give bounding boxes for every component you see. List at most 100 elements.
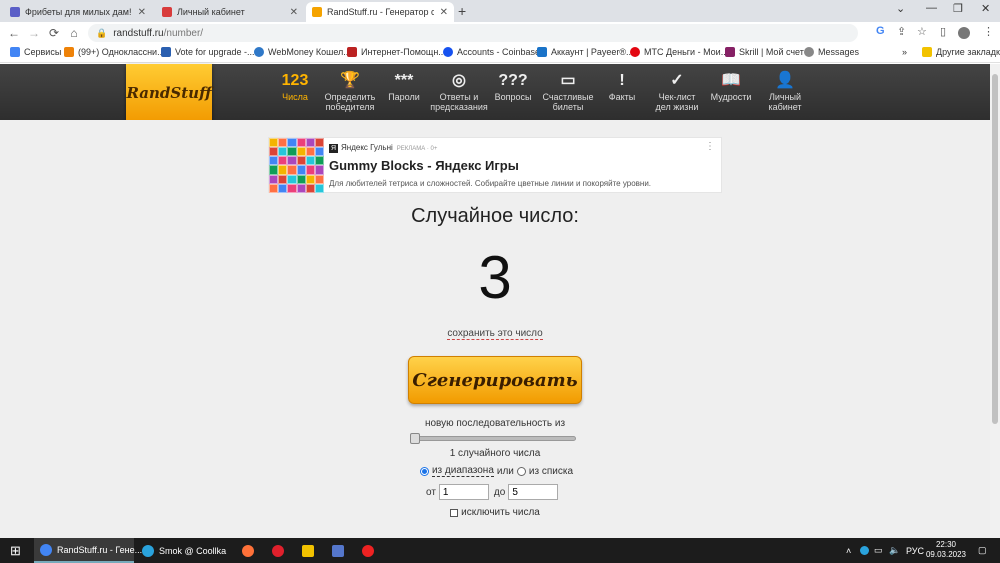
nav-checklist[interactable]: ✓ Чек-лист дел жизни (650, 70, 704, 113)
generate-button[interactable]: Сгенерировать (408, 356, 582, 404)
range-from-input[interactable] (438, 484, 489, 500)
url-input[interactable]: 🔒 randstuff.ru/number/ (88, 24, 858, 42)
nav-passwords[interactable]: *** Пароли (384, 70, 424, 103)
bookmark-item[interactable]: МТС Деньги - Мои... (630, 47, 728, 57)
count-slider[interactable] (410, 433, 576, 444)
taskbar-clock[interactable]: 22:30 09.03.2023 (926, 540, 966, 560)
taskbar-app-chrome[interactable]: RandStuff.ru - Гене... (34, 538, 142, 563)
bookmark-item[interactable]: Интернет-Помощн... (347, 47, 446, 57)
save-number-link[interactable]: сохранить это число (447, 328, 543, 340)
folder-icon (922, 47, 932, 57)
back-arrow-icon[interactable]: ← (4, 26, 24, 40)
range-inputs: от до (426, 484, 561, 500)
bookmark-item[interactable]: Аккаунт | Payeer®... (537, 47, 634, 57)
magic-ball-icon: ◎ (452, 72, 466, 89)
tray-volume-icon[interactable]: 🔈 (889, 538, 900, 563)
tray-chevron-icon[interactable]: ˄ (846, 538, 851, 563)
maximize-button[interactable]: ❐ (953, 2, 963, 15)
ad-title[interactable]: Gummy Blocks - Яндекс Игры (329, 158, 519, 173)
bookmark-item[interactable]: Vote for upgrade -... (161, 47, 255, 57)
ad-thumbnail-block (314, 165, 324, 175)
side-panel-icon[interactable]: ▯ (940, 25, 946, 38)
bookmark-item[interactable]: Сервисы (10, 47, 61, 57)
taskbar-pinned-firefox[interactable] (242, 538, 259, 563)
close-icon[interactable]: ✕ (138, 7, 146, 18)
profile-avatar[interactable] (958, 27, 970, 39)
site-logo[interactable]: RandStuff (126, 64, 212, 122)
nav-label: Вопросы (494, 92, 532, 102)
exclude-numbers-checkbox[interactable] (450, 508, 459, 517)
home-icon[interactable]: ⌂ (64, 26, 84, 40)
nav-label: Чек-лист (658, 92, 696, 102)
menu-kebab-icon[interactable]: ⋮ (983, 25, 994, 38)
nav-numbers[interactable]: 123 Числа (275, 70, 315, 103)
other-bookmarks[interactable]: Другие закладки (922, 47, 1000, 57)
close-icon[interactable]: ✕ (290, 7, 298, 18)
taskbar-pinned-save[interactable] (332, 538, 349, 563)
checkmark-badge-icon: ✓ (670, 72, 684, 89)
reload-icon[interactable]: ⟳ (44, 26, 64, 40)
ad-thumbnail-block (305, 174, 315, 184)
yandex-browser-icon (362, 544, 374, 557)
nav-facts[interactable]: ! Факты (602, 70, 642, 103)
close-icon[interactable]: ✕ (440, 7, 448, 18)
bookmark-item[interactable]: Messages (804, 47, 859, 57)
range-radio[interactable] (419, 466, 429, 476)
windows-start-icon[interactable]: ⊞ (10, 538, 21, 563)
page-scrollbar[interactable] (990, 64, 1000, 538)
bookmark-item[interactable]: Skrill | Мой счет (725, 47, 804, 57)
range-to-input[interactable] (508, 484, 559, 500)
nav-account[interactable]: 👤 Личный кабинет (762, 70, 808, 113)
browser-tab-2[interactable]: Личный кабинет ✕ (156, 2, 304, 22)
minimize-button[interactable]: — (926, 2, 937, 14)
share-icon[interactable]: ⇪ (897, 25, 906, 38)
count-label: 1 случайного числа (449, 448, 541, 459)
list-radio[interactable] (516, 466, 526, 476)
new-tab-button[interactable]: + (458, 3, 466, 19)
nav-questions[interactable]: ??? Вопросы (492, 70, 534, 103)
ad-banner[interactable]: Я Яндекс Гульні РЕКЛАМА · 0+ Gummy Blocks … (268, 137, 722, 193)
scrollbar-thumb[interactable] (992, 74, 998, 424)
bookmarks-overflow-button[interactable]: » (902, 47, 907, 57)
bookmark-item[interactable]: Accounts - Coinbase (443, 47, 540, 57)
tray-telegram-icon[interactable] (860, 538, 874, 563)
taskbar-pinned-explorer[interactable] (302, 538, 319, 563)
taskbar-pinned-opera[interactable] (272, 538, 289, 563)
window-close-button[interactable]: ✕ (981, 2, 990, 15)
browser-tab-1[interactable]: Фрибеты для милых дам! с 8 Ма ✕ (4, 2, 152, 22)
forward-arrow-icon[interactable]: → (24, 26, 44, 40)
bookmark-star-icon[interactable]: ☆ (917, 25, 927, 38)
exclude-numbers-label[interactable]: исключить числа (461, 507, 540, 518)
browser-tab-3[interactable]: RandStuff.ru - Генератор случай ✕ (306, 2, 454, 22)
bookmarks-bar: Сервисы (99+) Одноклассни... Vote for up… (0, 44, 1000, 63)
bookmark-item[interactable]: WebMoney Кошел... (254, 47, 351, 57)
notifications-icon[interactable]: ▢ (978, 538, 987, 563)
keyboard-language[interactable]: РУС (906, 538, 924, 563)
ad-thumbnail-block (287, 138, 297, 148)
google-icon[interactable]: G (876, 25, 885, 37)
tray-network-icon[interactable]: ▭ (874, 538, 883, 563)
ad-menu-icon[interactable]: ⋮ (705, 141, 715, 152)
nav-tickets[interactable]: ▭ Счастливые билеты (540, 70, 596, 113)
yandex-icon: Я (329, 144, 338, 153)
slider-track[interactable] (410, 436, 576, 441)
taskbar-app-telegram[interactable]: Smok @ Coollka (136, 538, 236, 563)
bookmark-label: WebMoney Кошел... (268, 47, 351, 57)
taskbar-pinned-yandex[interactable] (362, 538, 379, 563)
bookmark-item[interactable]: (99+) Одноклассни... (64, 47, 165, 57)
nav-winner[interactable]: 🏆 Определить победителя (322, 70, 378, 113)
asterisks-icon: *** (394, 72, 414, 89)
nav-answers[interactable]: ◎ Ответы и предсказания (430, 70, 488, 113)
mode-selector: из диапазона или из списка (0, 465, 990, 477)
tab-search-icon[interactable]: ⌄ (896, 2, 905, 15)
nav-wisdom[interactable]: 📖 Мудрости (708, 70, 754, 103)
url-path: /number/ (163, 27, 204, 39)
nav-label: победителя (325, 102, 375, 112)
range-radio-label[interactable]: из диапазона (431, 465, 494, 477)
slider-handle[interactable] (410, 433, 420, 444)
ad-thumbnail-block (296, 156, 306, 166)
list-radio-label[interactable]: из списка (529, 466, 573, 477)
ad-thumbnail-block (296, 165, 306, 175)
ad-source: Я Яндекс Гульні РЕКЛАМА · 0+ (329, 143, 437, 153)
ad-thumbnail-block (269, 165, 279, 175)
